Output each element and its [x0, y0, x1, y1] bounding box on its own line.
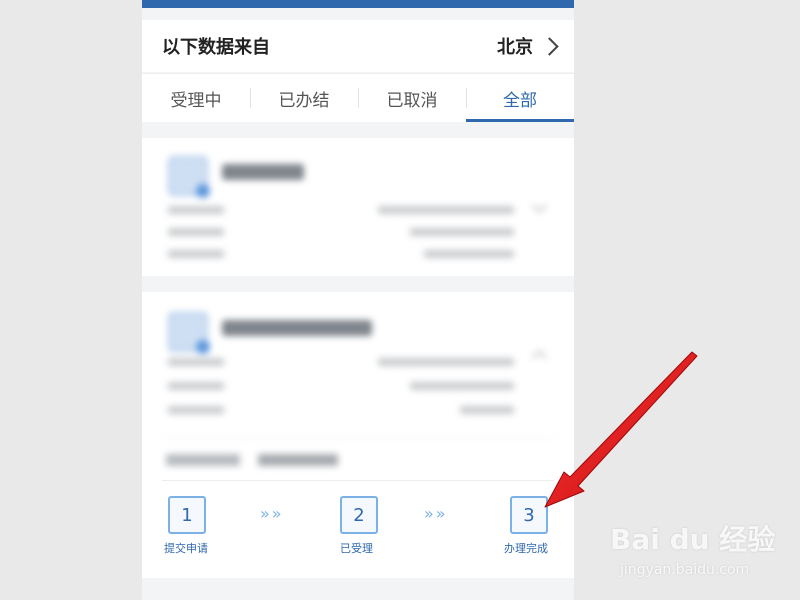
step-3-box: 3	[510, 496, 548, 534]
row-value	[424, 250, 514, 258]
row-value	[410, 382, 514, 390]
chevron-up-icon	[531, 349, 548, 366]
divider	[162, 480, 554, 481]
document-icon	[168, 312, 210, 354]
step-1-label: 提交申请	[164, 542, 208, 555]
status-tabs: 受理中 已办结 已取消 全部	[142, 73, 574, 122]
row-label	[168, 228, 224, 236]
step-arrow-icon: »»	[424, 504, 448, 523]
application-card[interactable]	[142, 138, 574, 276]
phone-screen: 以下数据来自 北京 受理中 已办结 已取消 全部 1 提交申请 »» 2 已受理…	[142, 0, 574, 600]
tab-in-process[interactable]: 受理中	[142, 74, 250, 122]
city-selector[interactable]: 北京	[497, 33, 559, 59]
watermark-brand: Bai du 经验	[610, 523, 776, 556]
step-1-box: 1	[168, 496, 206, 534]
row-label	[168, 358, 224, 366]
left-backdrop	[0, 0, 142, 600]
header-title: 以下数据来自	[162, 37, 270, 58]
row-label	[168, 206, 224, 214]
note-label	[166, 454, 240, 466]
row-label	[168, 250, 224, 258]
top-bar	[142, 0, 574, 8]
row-value	[378, 206, 514, 214]
chevron-down-icon	[531, 197, 548, 214]
application-title	[222, 320, 372, 336]
divider	[162, 437, 554, 438]
step-2-box: 2	[340, 496, 378, 534]
right-backdrop	[574, 0, 800, 600]
step-arrow-icon: »»	[260, 504, 284, 523]
city-name: 北京	[497, 37, 533, 58]
row-value	[378, 358, 514, 366]
row-value	[410, 228, 514, 236]
row-label	[168, 382, 224, 390]
tab-completed[interactable]: 已办结	[250, 74, 358, 122]
tab-cancelled[interactable]: 已取消	[358, 74, 466, 122]
step-3-label: 办理完成	[504, 542, 548, 555]
document-icon	[168, 156, 210, 198]
watermark-url: jingyan.baidu.com	[620, 562, 750, 578]
tab-all[interactable]: 全部	[466, 74, 574, 122]
note-value	[258, 454, 338, 466]
data-source-header[interactable]: 以下数据来自 北京	[142, 20, 574, 72]
application-card[interactable]: 1 提交申请 »» 2 已受理 »» 3 办理完成	[142, 292, 574, 578]
application-title	[222, 164, 304, 180]
row-value	[460, 406, 514, 414]
chevron-right-icon	[540, 36, 559, 56]
baidu-watermark: Bai du 经验 jingyan.baidu.com	[610, 518, 800, 584]
step-2-label: 已受理	[340, 542, 373, 555]
row-label	[168, 406, 224, 414]
